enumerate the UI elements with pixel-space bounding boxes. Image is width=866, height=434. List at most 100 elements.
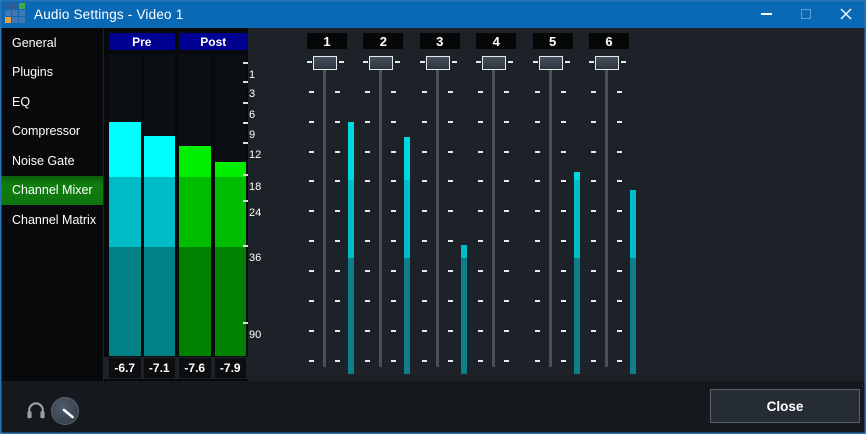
slider-tick bbox=[478, 121, 483, 123]
slider-tick bbox=[561, 360, 566, 362]
volume-slider-thumb[interactable] bbox=[426, 56, 450, 70]
volume-slider-track[interactable] bbox=[549, 63, 552, 367]
sidebar-item-compressor[interactable]: Compressor bbox=[0, 117, 103, 147]
slider-tick bbox=[504, 240, 509, 242]
slider-tick bbox=[309, 300, 314, 302]
headphone-volume-knob[interactable] bbox=[51, 397, 79, 425]
slider-tick bbox=[309, 270, 314, 272]
slider-tick bbox=[589, 61, 594, 63]
slider-tick bbox=[335, 360, 340, 362]
volume-slider-thumb[interactable] bbox=[539, 56, 563, 70]
slider-tick bbox=[448, 121, 453, 123]
db-scale-label: 18 bbox=[248, 174, 261, 192]
slider-tick bbox=[617, 270, 622, 272]
slider-tick bbox=[478, 180, 483, 182]
level-meter-column bbox=[215, 54, 247, 356]
slider-tick bbox=[448, 300, 453, 302]
volume-slider-thumb[interactable] bbox=[595, 56, 619, 70]
slider-tick bbox=[504, 151, 509, 153]
slider-tick bbox=[335, 180, 340, 182]
sidebar-item-noise-gate[interactable]: Noise Gate bbox=[0, 146, 103, 176]
slider-tick bbox=[309, 151, 314, 153]
slider-tick bbox=[391, 240, 396, 242]
slider-tick bbox=[448, 360, 453, 362]
slider-tick bbox=[391, 300, 396, 302]
channel-number-label: 5 bbox=[533, 33, 573, 49]
volume-slider-track[interactable] bbox=[436, 63, 439, 367]
slider-tick bbox=[478, 151, 483, 153]
db-scale-label: 1 bbox=[248, 62, 255, 80]
sidebar-item-channel-mixer[interactable]: Channel Mixer bbox=[0, 176, 103, 206]
slider-tick bbox=[535, 240, 540, 242]
slider-tick bbox=[422, 270, 427, 272]
minimize-button[interactable] bbox=[746, 0, 786, 28]
sidebar-item-general[interactable]: General bbox=[0, 28, 103, 58]
meter-group-header-pre: Pre bbox=[109, 33, 175, 50]
level-meter-bar bbox=[179, 146, 211, 356]
slider-tick bbox=[561, 210, 566, 212]
slider-tick bbox=[335, 151, 340, 153]
slider-tick bbox=[422, 300, 427, 302]
sidebar-item-eq[interactable]: EQ bbox=[0, 87, 103, 117]
slider-tick bbox=[307, 61, 312, 63]
close-window-button[interactable] bbox=[826, 0, 866, 28]
slider-tick bbox=[478, 300, 483, 302]
slider-tick bbox=[422, 360, 427, 362]
slider-tick bbox=[561, 330, 566, 332]
sidebar-item-channel-matrix[interactable]: Channel Matrix bbox=[0, 205, 103, 235]
channel-level-meter bbox=[461, 245, 467, 374]
slider-tick bbox=[363, 61, 368, 63]
slider-tick bbox=[476, 61, 481, 63]
slider-tick bbox=[535, 210, 540, 212]
volume-slider-track[interactable] bbox=[492, 63, 495, 367]
channel-number-label: 4 bbox=[476, 33, 516, 49]
slider-tick bbox=[535, 270, 540, 272]
slider-tick bbox=[504, 270, 509, 272]
sidebar-item-plugins[interactable]: Plugins bbox=[0, 58, 103, 88]
volume-slider-thumb[interactable] bbox=[482, 56, 506, 70]
slider-tick bbox=[591, 330, 596, 332]
slider-tick bbox=[535, 300, 540, 302]
slider-tick bbox=[591, 300, 596, 302]
volume-slider-track[interactable] bbox=[605, 63, 608, 367]
slider-tick bbox=[448, 240, 453, 242]
db-scale-tick bbox=[243, 122, 248, 124]
app-icon-square bbox=[12, 17, 18, 23]
meter-readout: -7.1 bbox=[144, 358, 176, 378]
db-scale-tick bbox=[243, 62, 248, 64]
db-scale-label: 9 bbox=[248, 122, 255, 140]
db-scale-tick bbox=[243, 174, 248, 176]
slider-tick bbox=[561, 240, 566, 242]
slider-tick bbox=[391, 180, 396, 182]
close-button[interactable]: Close bbox=[710, 389, 860, 423]
slider-tick bbox=[565, 61, 570, 63]
db-scale-label: 12 bbox=[248, 142, 261, 160]
volume-slider-thumb[interactable] bbox=[313, 56, 337, 70]
app-icon-square bbox=[19, 10, 25, 16]
slider-tick bbox=[309, 180, 314, 182]
slider-tick bbox=[422, 91, 427, 93]
slider-tick bbox=[561, 151, 566, 153]
slider-tick bbox=[617, 151, 622, 153]
slider-tick bbox=[448, 210, 453, 212]
channel-number-label: 6 bbox=[589, 33, 629, 49]
channel-number-label: 2 bbox=[363, 33, 403, 49]
slider-tick bbox=[478, 210, 483, 212]
db-scale-label: 3 bbox=[248, 81, 255, 99]
channel-number-label: 3 bbox=[420, 33, 460, 49]
slider-tick bbox=[309, 330, 314, 332]
slider-tick bbox=[391, 210, 396, 212]
channel-level-meter bbox=[574, 172, 580, 374]
slider-tick bbox=[591, 210, 596, 212]
app-icon-square bbox=[12, 10, 18, 16]
slider-tick bbox=[504, 360, 509, 362]
slider-tick bbox=[365, 270, 370, 272]
volume-slider-track[interactable] bbox=[379, 63, 382, 367]
level-meter-bar bbox=[144, 136, 176, 356]
volume-slider-track[interactable] bbox=[323, 63, 326, 367]
window-controls bbox=[746, 0, 866, 28]
volume-slider-thumb[interactable] bbox=[369, 56, 393, 70]
slider-tick bbox=[591, 360, 596, 362]
slider-tick bbox=[504, 91, 509, 93]
slider-tick bbox=[365, 360, 370, 362]
